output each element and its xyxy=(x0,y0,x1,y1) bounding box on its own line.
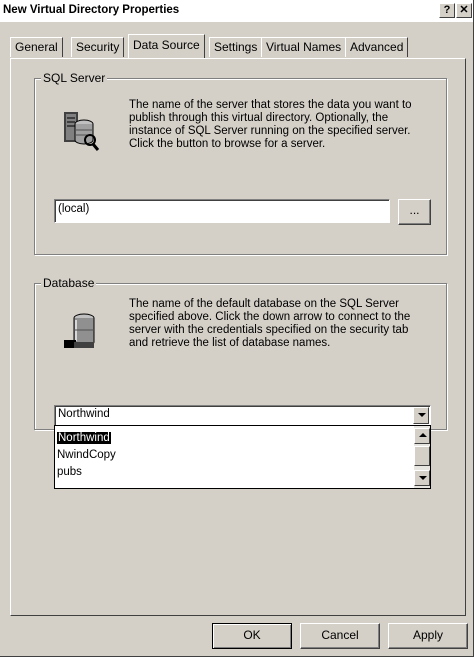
arrow-down-icon xyxy=(419,476,427,480)
tab-advanced[interactable]: Advanced xyxy=(345,37,409,57)
window-title: New Virtual Directory Properties xyxy=(3,4,180,16)
list-item-label: pubs xyxy=(57,466,82,478)
list-item[interactable]: pubs xyxy=(55,464,430,481)
properties-dialog: New Virtual Directory Properties ? ✕ Gen… xyxy=(0,0,474,657)
sql-server-input[interactable]: (local) xyxy=(54,199,390,223)
title-bar[interactable]: New Virtual Directory Properties ? ✕ xyxy=(0,0,473,22)
apply-button[interactable]: Apply xyxy=(388,623,468,649)
tab-virtual-names[interactable]: Virtual Names xyxy=(261,37,347,57)
database-description: The name of the default database on the … xyxy=(129,298,411,349)
scroll-up-button[interactable] xyxy=(414,428,430,444)
close-button[interactable]: ✕ xyxy=(456,3,472,18)
sql-server-description: The name of the server that stores the d… xyxy=(129,99,412,150)
list-item-label: NwindCopy xyxy=(57,449,116,461)
database-combobox[interactable]: Northwind xyxy=(54,405,431,426)
chevron-down-icon xyxy=(418,413,426,417)
scroll-down-button[interactable] xyxy=(414,470,430,486)
database-group-label: Database xyxy=(41,276,97,290)
dropdown-scrollbar[interactable] xyxy=(414,426,430,488)
database-icon xyxy=(60,310,104,357)
arrow-up-icon xyxy=(419,433,427,437)
tab-security[interactable]: Security xyxy=(71,37,125,57)
database-dropdown-button[interactable] xyxy=(413,407,429,424)
scroll-thumb[interactable] xyxy=(414,446,430,466)
tab-general[interactable]: General xyxy=(10,37,63,57)
sql-server-group-label: SQL Server xyxy=(41,71,108,85)
database-dropdown-list: Northwind NwindCopy pubs xyxy=(54,425,431,489)
ok-button[interactable]: OK xyxy=(212,623,292,649)
tab-strip: General Security Data Source Settings Vi… xyxy=(10,34,470,59)
help-button[interactable]: ? xyxy=(439,3,455,18)
list-item[interactable]: Northwind xyxy=(55,430,430,447)
tab-data-source[interactable]: Data Source xyxy=(128,34,205,58)
browse-server-button[interactable]: ... xyxy=(398,199,431,225)
cancel-button[interactable]: Cancel xyxy=(300,623,380,649)
database-server-icon xyxy=(56,106,104,157)
database-selected-value: Northwind xyxy=(58,408,110,420)
list-item[interactable]: NwindCopy xyxy=(55,447,430,464)
tab-settings[interactable]: Settings xyxy=(209,37,263,57)
list-item-label: Northwind xyxy=(57,432,111,444)
